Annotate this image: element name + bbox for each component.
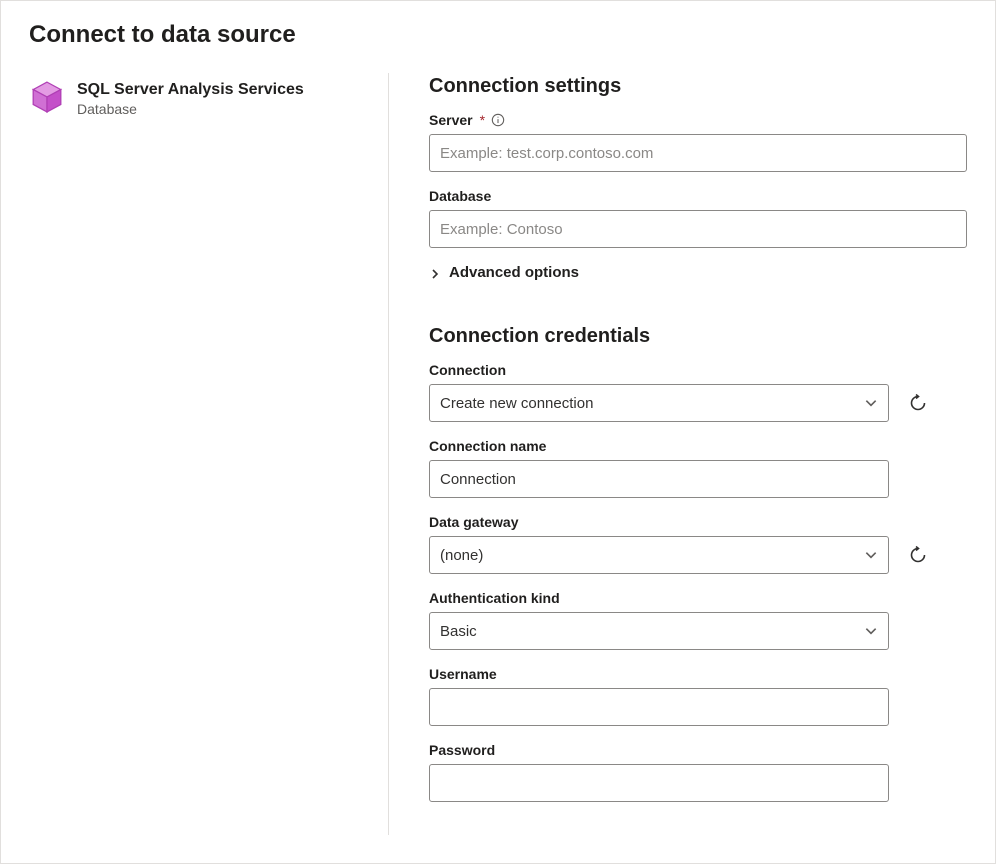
- gateway-label: Data gateway: [429, 514, 518, 530]
- left-pane: SQL Server Analysis Services Database: [29, 73, 389, 835]
- field-auth-kind: Authentication kind Basic: [429, 590, 967, 650]
- connection-select[interactable]: Create new connection: [429, 384, 889, 422]
- auth-kind-label: Authentication kind: [429, 590, 560, 606]
- required-asterisk: *: [480, 112, 485, 128]
- password-input[interactable]: [429, 764, 889, 802]
- section-settings-heading: Connection settings: [429, 75, 967, 98]
- refresh-gateway-button[interactable]: [907, 544, 929, 566]
- chevron-right-icon: [429, 267, 441, 279]
- database-cube-icon: [29, 79, 65, 115]
- database-input[interactable]: [429, 210, 967, 248]
- chevron-down-icon: [864, 624, 878, 638]
- field-database: Database: [429, 188, 967, 248]
- username-input[interactable]: [429, 688, 889, 726]
- connection-select-value: Create new connection: [440, 395, 593, 412]
- advanced-options-label: Advanced options: [449, 264, 579, 281]
- connection-name-label: Connection name: [429, 438, 546, 454]
- advanced-options-toggle[interactable]: Advanced options: [429, 264, 967, 281]
- content-area: SQL Server Analysis Services Database Co…: [29, 73, 967, 835]
- chevron-down-icon: [864, 548, 878, 562]
- field-connection: Connection Create new connection: [429, 362, 967, 422]
- dialog-window: Connect to data source SQL Server Analys…: [0, 0, 996, 864]
- refresh-connection-button[interactable]: [907, 392, 929, 414]
- field-connection-name: Connection name: [429, 438, 967, 498]
- section-credentials-heading: Connection credentials: [429, 325, 967, 348]
- auth-kind-value: Basic: [440, 623, 477, 640]
- database-label: Database: [429, 188, 491, 204]
- chevron-down-icon: [864, 396, 878, 410]
- field-gateway: Data gateway (none): [429, 514, 967, 574]
- username-label: Username: [429, 666, 497, 682]
- data-source-name: SQL Server Analysis Services: [77, 81, 304, 99]
- field-username: Username: [429, 666, 967, 726]
- field-server: Server *: [429, 112, 967, 172]
- info-icon[interactable]: [491, 113, 505, 127]
- gateway-select[interactable]: (none): [429, 536, 889, 574]
- connection-label: Connection: [429, 362, 506, 378]
- server-label: Server: [429, 112, 473, 128]
- data-source-category: Database: [77, 101, 304, 117]
- right-pane: Connection settings Server *: [389, 73, 967, 835]
- server-input[interactable]: [429, 134, 967, 172]
- password-label: Password: [429, 742, 495, 758]
- data-source-text: SQL Server Analysis Services Database: [77, 79, 304, 117]
- field-password: Password: [429, 742, 967, 802]
- page-title: Connect to data source: [29, 21, 967, 49]
- gateway-select-value: (none): [440, 547, 483, 564]
- auth-kind-select[interactable]: Basic: [429, 612, 889, 650]
- connection-name-input[interactable]: [429, 460, 889, 498]
- data-source-item[interactable]: SQL Server Analysis Services Database: [29, 79, 368, 117]
